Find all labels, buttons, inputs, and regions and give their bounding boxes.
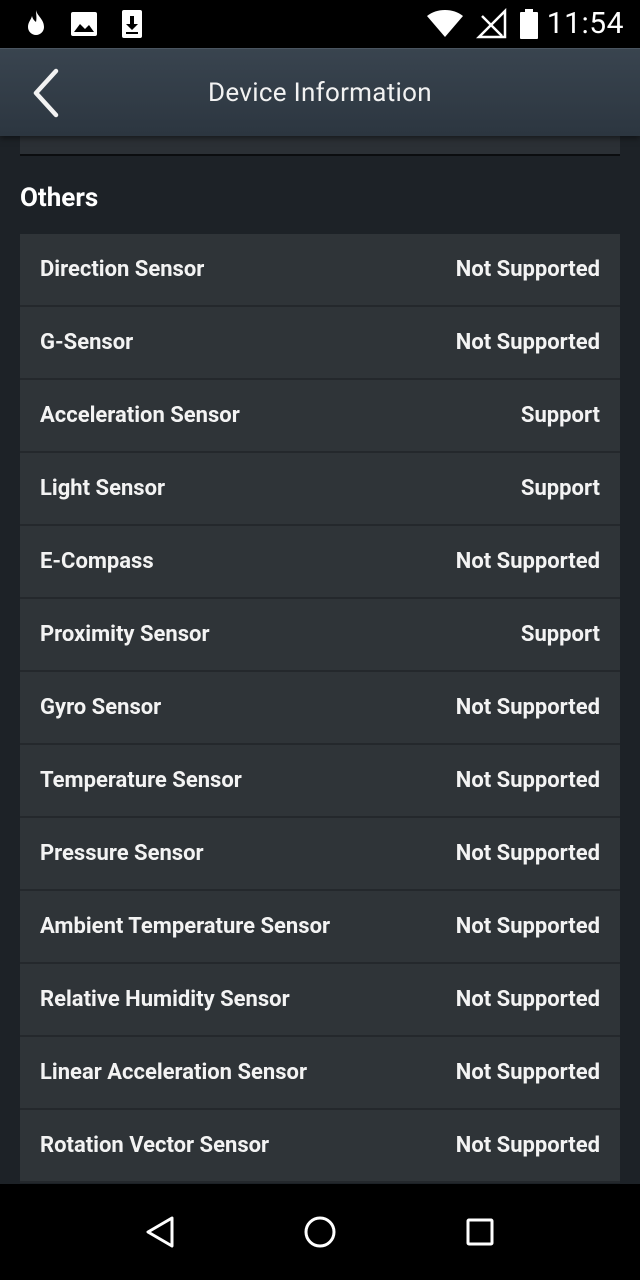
- flame-icon: [28, 10, 44, 35]
- sensor-name: Direction Sensor: [40, 257, 205, 282]
- status-time: 11:54: [546, 6, 624, 41]
- list-item: Proximity Sensor Support: [20, 599, 620, 672]
- sensor-name: Rotation Vector Sensor: [40, 1133, 270, 1158]
- sensor-name: Pressure Sensor: [40, 841, 204, 866]
- sensor-name: Proximity Sensor: [40, 622, 210, 647]
- content-scroll-area[interactable]: Others Direction Sensor Not Supported G-…: [0, 136, 640, 1184]
- previous-card-edge: [20, 136, 620, 156]
- list-item: G-Sensor Not Supported: [20, 307, 620, 380]
- list-item: Linear Acceleration Sensor Not Supported: [20, 1037, 620, 1110]
- battery-icon: [520, 9, 538, 39]
- list-item: Ambient Temperature Sensor Not Supported: [20, 891, 620, 964]
- sensor-status: Not Supported: [455, 914, 600, 939]
- system-nav-bar: [0, 1184, 640, 1280]
- list-item: Light Sensor Support: [20, 453, 620, 526]
- chevron-left-icon: [33, 68, 59, 118]
- sensor-list-card: Direction Sensor Not Supported G-Sensor …: [20, 234, 620, 1183]
- sensor-status: Not Supported: [455, 1133, 600, 1158]
- list-item: Gyro Sensor Not Supported: [20, 672, 620, 745]
- sensor-name: Linear Acceleration Sensor: [40, 1060, 308, 1085]
- page-title: Device Information: [208, 78, 432, 108]
- wifi-icon: [427, 10, 463, 37]
- list-item: Rotation Vector Sensor Not Supported: [20, 1110, 620, 1183]
- list-item: Direction Sensor Not Supported: [20, 234, 620, 307]
- image-icon: [71, 12, 97, 36]
- app-bar: Device Information: [0, 48, 640, 136]
- sensor-status: Not Supported: [455, 841, 600, 866]
- list-item: Acceleration Sensor Support: [20, 380, 620, 453]
- sensor-name: Acceleration Sensor: [40, 403, 240, 428]
- list-item: Temperature Sensor Not Supported: [20, 745, 620, 818]
- sensor-status: Not Supported: [455, 987, 600, 1012]
- sensor-status: Not Supported: [455, 768, 600, 793]
- sensor-status: Support: [520, 403, 600, 428]
- sensor-status: Not Supported: [455, 330, 600, 355]
- sensor-name: Light Sensor: [40, 476, 166, 501]
- nav-home-icon[interactable]: [300, 1212, 340, 1252]
- list-item: E-Compass Not Supported: [20, 526, 620, 599]
- sensor-name: G-Sensor: [40, 330, 134, 355]
- download-icon: [122, 10, 142, 38]
- sensor-status: Support: [520, 622, 600, 647]
- list-item: Relative Humidity Sensor Not Supported: [20, 964, 620, 1037]
- sensor-status: Not Supported: [455, 1060, 600, 1085]
- list-item: Pressure Sensor Not Supported: [20, 818, 620, 891]
- no-signal-icon: [476, 8, 507, 39]
- status-bar: 11:54: [0, 0, 640, 48]
- sensor-status: Not Supported: [455, 549, 600, 574]
- sensor-name: Relative Humidity Sensor: [40, 987, 290, 1012]
- sensor-status: Support: [520, 476, 600, 501]
- sensor-status: Not Supported: [455, 695, 600, 720]
- back-button[interactable]: [22, 65, 76, 121]
- device-information-screen: 11:54 Device Information Others Directio…: [0, 0, 640, 1280]
- sensor-name: Temperature Sensor: [40, 768, 242, 793]
- nav-back-icon[interactable]: [140, 1212, 180, 1252]
- sensor-name: Gyro Sensor: [40, 695, 162, 720]
- section-title: Others: [20, 183, 99, 213]
- nav-recents-icon[interactable]: [460, 1212, 500, 1252]
- sensor-name: Ambient Temperature Sensor: [40, 914, 331, 939]
- sensor-status: Not Supported: [455, 257, 600, 282]
- sensor-name: E-Compass: [40, 549, 154, 574]
